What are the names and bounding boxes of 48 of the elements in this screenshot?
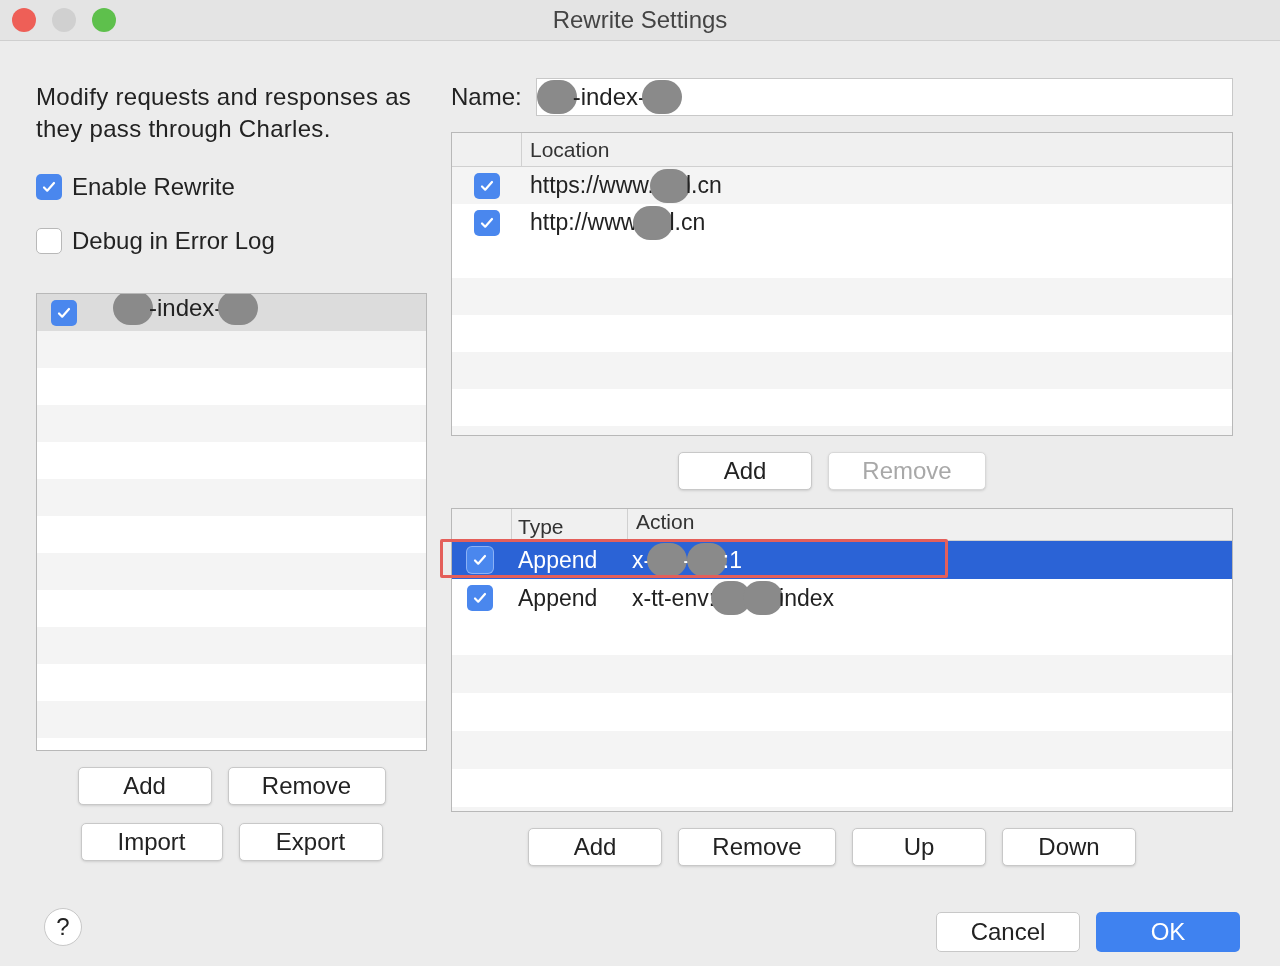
push-button[interactable]: Add — [77, 767, 212, 805]
checkbox[interactable] — [51, 299, 77, 326]
push-button[interactable]: Remove — [678, 828, 836, 866]
description-text: Modify requests and responses as they pass through Charles. — [36, 82, 413, 144]
checkbox[interactable] — [474, 209, 500, 236]
column-header[interactable]: Action — [628, 509, 695, 540]
redaction-blob — [642, 80, 683, 114]
list-item[interactable]: -index- — [37, 294, 426, 331]
action-text: x-tt-env: — [632, 583, 716, 613]
column-header[interactable]: Type — [512, 509, 628, 540]
push-button[interactable]: Cancel — [936, 912, 1080, 952]
checkbox[interactable] — [36, 228, 62, 254]
name-value: -index- — [572, 82, 647, 112]
close-button[interactable] — [12, 8, 36, 32]
push-button[interactable]: Import — [80, 823, 223, 861]
set-name: -index- — [149, 294, 223, 323]
default-button[interactable]: OK — [1096, 912, 1240, 952]
checkmark-icon — [472, 552, 488, 568]
checkbox[interactable] — [36, 174, 62, 200]
checkmark-icon — [41, 179, 57, 195]
location-text: http://www — [530, 208, 638, 238]
zoom-button[interactable] — [92, 8, 116, 32]
checkbox-label: Debug in Error Log — [72, 226, 275, 256]
name-label: Name: — [451, 82, 522, 112]
checkbox[interactable] — [474, 172, 500, 199]
location-text: l.cn — [686, 171, 722, 201]
name-field[interactable]: -index- — [535, 78, 1233, 116]
push-button[interactable]: Down — [1002, 828, 1136, 866]
help-button[interactable]: ? — [44, 908, 82, 946]
checkbox[interactable] — [467, 585, 493, 611]
action-text: :1 — [722, 545, 743, 575]
push-button[interactable]: Remove — [227, 767, 386, 805]
redaction-blob — [647, 543, 688, 577]
push-button[interactable]: Add — [678, 452, 812, 490]
window-title: Rewrite Settings — [551, 5, 729, 35]
type-cell-text: Append — [517, 545, 599, 575]
location-text: https://www. — [530, 171, 654, 201]
push-button[interactable]: Add — [528, 828, 662, 866]
push-button[interactable]: Up — [852, 828, 986, 866]
redaction-blob — [218, 294, 259, 325]
location-text: l.cn — [669, 208, 706, 238]
action-text: index — [779, 583, 835, 613]
checkbox-label: Enable Rewrite — [72, 172, 235, 202]
checkbox[interactable] — [467, 547, 493, 573]
push-button[interactable]: Export — [238, 823, 383, 861]
checkmark-icon — [472, 590, 488, 606]
column-header[interactable]: Location — [522, 133, 610, 166]
type-cell-text: Append — [517, 583, 599, 613]
